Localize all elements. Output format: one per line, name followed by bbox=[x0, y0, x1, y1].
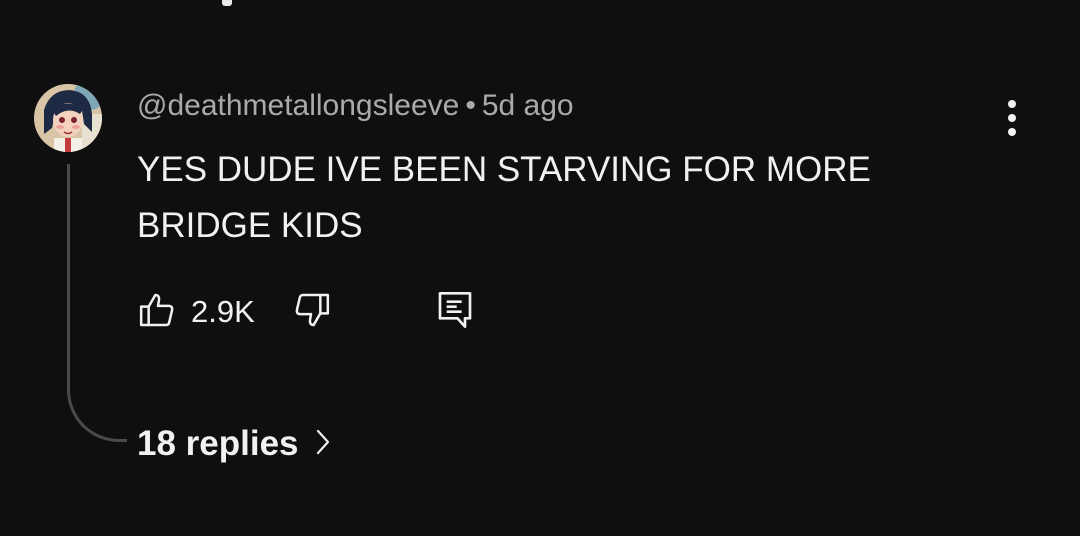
like-button[interactable]: 2.9K bbox=[137, 287, 255, 337]
thumbs-down-icon bbox=[292, 290, 332, 335]
comment-meta: @deathmetallongsleeve • 5d ago bbox=[137, 89, 574, 123]
avatar-image bbox=[34, 84, 102, 152]
like-count: 2.9K bbox=[191, 294, 255, 329]
reply-button[interactable] bbox=[435, 287, 475, 337]
vertical-ellipsis-icon bbox=[1008, 100, 1016, 136]
comment-time[interactable]: 5d ago bbox=[482, 89, 574, 122]
comment-reply-icon bbox=[435, 288, 475, 337]
chevron-right-icon bbox=[299, 428, 331, 461]
more-options-button[interactable] bbox=[990, 92, 1034, 144]
thumbs-up-icon bbox=[137, 290, 177, 335]
dislike-button[interactable] bbox=[292, 287, 332, 337]
author-name[interactable]: @deathmetallongsleeve bbox=[137, 89, 459, 122]
reply-thread-line bbox=[67, 164, 127, 442]
replies-count-label: 18 replies bbox=[137, 424, 299, 463]
comment-text: YES DUDE IVE BEEN STARVING FOR MORE BRID… bbox=[137, 150, 871, 245]
meta-separator: • bbox=[465, 89, 476, 122]
view-replies-link[interactable]: 18 replies bbox=[137, 424, 331, 464]
avatar[interactable] bbox=[34, 84, 102, 152]
previous-item-edge bbox=[222, 0, 232, 6]
